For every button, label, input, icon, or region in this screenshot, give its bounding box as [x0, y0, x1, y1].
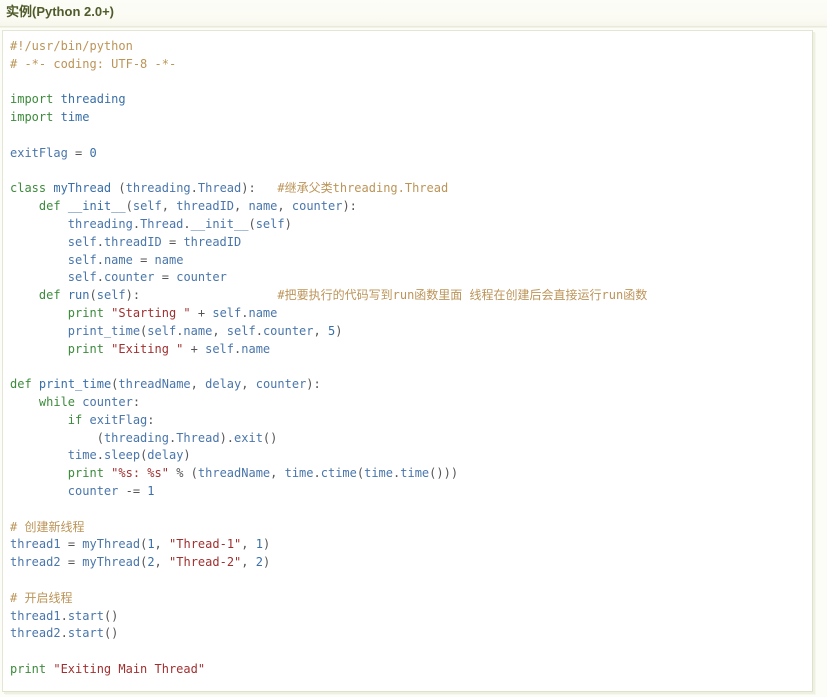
- code-line: exitFlag = 0: [10, 146, 97, 160]
- code-line: (threading.Thread).exit(): [10, 431, 277, 445]
- code-token-module: time: [61, 110, 90, 124]
- code-token-keyword: class: [10, 181, 46, 195]
- code-line: thread1 = myThread(1, "Thread-1", 1): [10, 537, 270, 551]
- code-token-string: "Thread-1": [169, 537, 241, 551]
- code-token-keyword: print: [10, 662, 46, 676]
- code-token-funcname: print_time: [39, 377, 111, 391]
- code-token-module: threading: [61, 92, 126, 106]
- code-line: threading.Thread.__init__(self): [10, 217, 292, 231]
- code-token-string: "%s: %s": [111, 466, 169, 480]
- code-token-string: "Thread-2": [169, 555, 241, 569]
- code-token-string: "Starting ": [111, 306, 190, 320]
- code-token-string: "Exiting ": [111, 342, 183, 356]
- code-token-keyword: if: [68, 413, 82, 427]
- code-token-funcname: __init__: [68, 199, 126, 213]
- code-line: self.name = name: [10, 253, 183, 267]
- code-line: thread1.start(): [10, 609, 118, 623]
- code-token-keyword: print: [68, 342, 104, 356]
- code-token-keyword: def: [39, 199, 61, 213]
- code-line: counter -= 1: [10, 484, 155, 498]
- code-line: import threading: [10, 92, 126, 106]
- code-line: # 创建新线程: [10, 520, 84, 534]
- code-token-keyword: while: [39, 395, 75, 409]
- example-code-panel: 实例(Python 2.0+) #!/usr/bin/python # -*- …: [0, 0, 827, 697]
- code-line: while counter:: [10, 395, 140, 409]
- code-token-number: 0: [90, 146, 97, 160]
- code-line: # -*- coding: UTF-8 -*-: [10, 57, 176, 71]
- code-line: print "Exiting " + self.name: [10, 342, 270, 356]
- code-line: print "%s: %s" % (threadName, time.ctime…: [10, 466, 458, 480]
- code-token-keyword: def: [10, 377, 32, 391]
- code-line: thread2.start(): [10, 626, 118, 640]
- code-token-comment: #继承父类threading.Thread: [277, 181, 448, 195]
- code-token-keyword: print: [68, 306, 104, 320]
- example-header: 实例(Python 2.0+): [0, 0, 827, 27]
- code-line: if exitFlag:: [10, 413, 155, 427]
- code-line: print "Exiting Main Thread": [10, 662, 205, 676]
- code-token-string: "Exiting Main Thread": [53, 662, 205, 676]
- code-block-container: #!/usr/bin/python # -*- coding: UTF-8 -*…: [2, 30, 813, 692]
- code-line: self.threadID = threadID: [10, 235, 241, 249]
- code-line: def __init__(self, threadID, name, count…: [10, 199, 357, 213]
- code-token-comment: # 创建新线程: [10, 520, 84, 534]
- code-token-comment: #!/usr/bin/python: [10, 39, 133, 53]
- code-line: print_time(self.name, self.counter, 5): [10, 324, 342, 338]
- code-line: print "Starting " + self.name: [10, 306, 277, 320]
- code-token-classname: myThread: [53, 181, 111, 195]
- code-line: def run(self): #把要执行的代码写到run函数里面 线程在创建后会…: [10, 288, 647, 302]
- code-token-keyword: import: [10, 92, 53, 106]
- code-token-keyword: def: [39, 288, 61, 302]
- code-listing: #!/usr/bin/python # -*- coding: UTF-8 -*…: [10, 38, 812, 679]
- page-title: 实例(Python 2.0+): [6, 4, 827, 20]
- code-token-keyword: import: [10, 110, 53, 124]
- code-token-funcname: run: [68, 288, 90, 302]
- code-scroll-area[interactable]: #!/usr/bin/python # -*- coding: UTF-8 -*…: [3, 31, 812, 679]
- code-line: def print_time(threadName, delay, counte…: [10, 377, 321, 391]
- code-line: import time: [10, 110, 90, 124]
- code-line: time.sleep(delay): [10, 448, 191, 462]
- code-token-comment: #把要执行的代码写到run函数里面 线程在创建后会直接运行run函数: [277, 288, 647, 302]
- code-token-comment: # -*- coding: UTF-8 -*-: [10, 57, 176, 71]
- code-line: class myThread (threading.Thread): #继承父类…: [10, 181, 448, 195]
- code-line: # 开启线程: [10, 591, 72, 605]
- code-line: #!/usr/bin/python: [10, 39, 133, 53]
- code-token-keyword: print: [68, 466, 104, 480]
- code-token-comment: # 开启线程: [10, 591, 72, 605]
- code-line: self.counter = counter: [10, 270, 227, 284]
- code-token-identifier: exitFlag: [10, 146, 68, 160]
- code-line: thread2 = myThread(2, "Thread-2", 2): [10, 555, 270, 569]
